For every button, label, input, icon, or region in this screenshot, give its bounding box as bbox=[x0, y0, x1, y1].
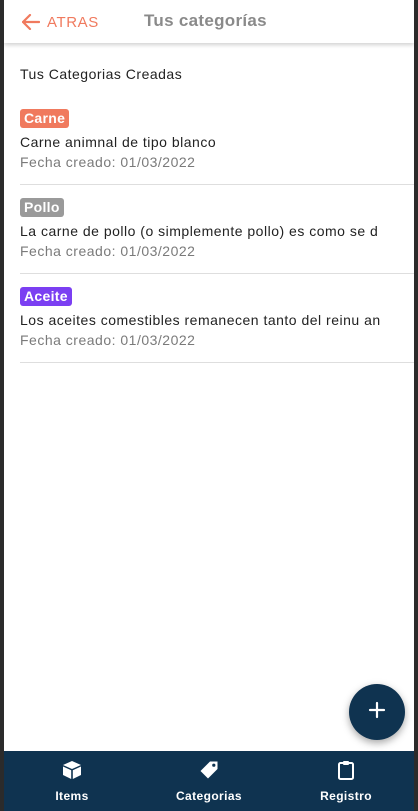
category-description: Carne animnal de tipo blanco bbox=[20, 134, 217, 150]
nav-label: Registro bbox=[320, 788, 372, 803]
section-title: Tus Categorias Creadas bbox=[20, 66, 183, 82]
list-item[interactable]: Carne Carne animnal de tipo blanco Fecha… bbox=[20, 96, 414, 185]
list-item[interactable]: Aceite Los aceites comestibles remanecen… bbox=[20, 274, 414, 363]
cube-icon bbox=[61, 760, 83, 785]
category-description: Los aceites comestibles remanecen tanto … bbox=[20, 312, 381, 328]
plus-icon bbox=[368, 701, 386, 724]
category-date: Fecha creado: 01/03/2022 bbox=[20, 332, 196, 348]
nav-item-categorias[interactable]: Categorias bbox=[140, 751, 278, 811]
app-screen: ATRAS Tus categorías Tus Categorias Crea… bbox=[4, 0, 414, 811]
category-description: La carne de pollo (o simplemente pollo) … bbox=[20, 223, 379, 239]
category-badge: Carne bbox=[20, 109, 70, 128]
add-category-button[interactable] bbox=[349, 684, 405, 740]
nav-item-items[interactable]: Items bbox=[4, 751, 140, 811]
category-date: Fecha creado: 01/03/2022 bbox=[20, 243, 196, 259]
back-button[interactable]: ATRAS bbox=[22, 10, 99, 34]
category-badge: Aceite bbox=[20, 287, 72, 306]
category-list: Carne Carne animnal de tipo blanco Fecha… bbox=[20, 96, 414, 363]
bottom-navigation: Items Categorias Registro bbox=[4, 751, 414, 811]
nav-item-registro[interactable]: Registro bbox=[278, 751, 414, 811]
list-item[interactable]: Pollo La carne de pollo (o simplemente p… bbox=[20, 185, 414, 274]
tag-icon bbox=[199, 760, 219, 785]
top-app-bar: ATRAS Tus categorías bbox=[4, 0, 414, 43]
category-badge: Pollo bbox=[20, 198, 64, 217]
back-button-label: ATRAS bbox=[47, 13, 99, 31]
page-title: Tus categorías bbox=[144, 11, 267, 30]
nav-label: Items bbox=[55, 788, 89, 803]
nav-label: Categorias bbox=[175, 788, 243, 803]
category-date: Fecha creado: 01/03/2022 bbox=[20, 154, 196, 170]
clipboard-icon bbox=[337, 760, 355, 785]
arrow-left-icon bbox=[22, 14, 40, 30]
